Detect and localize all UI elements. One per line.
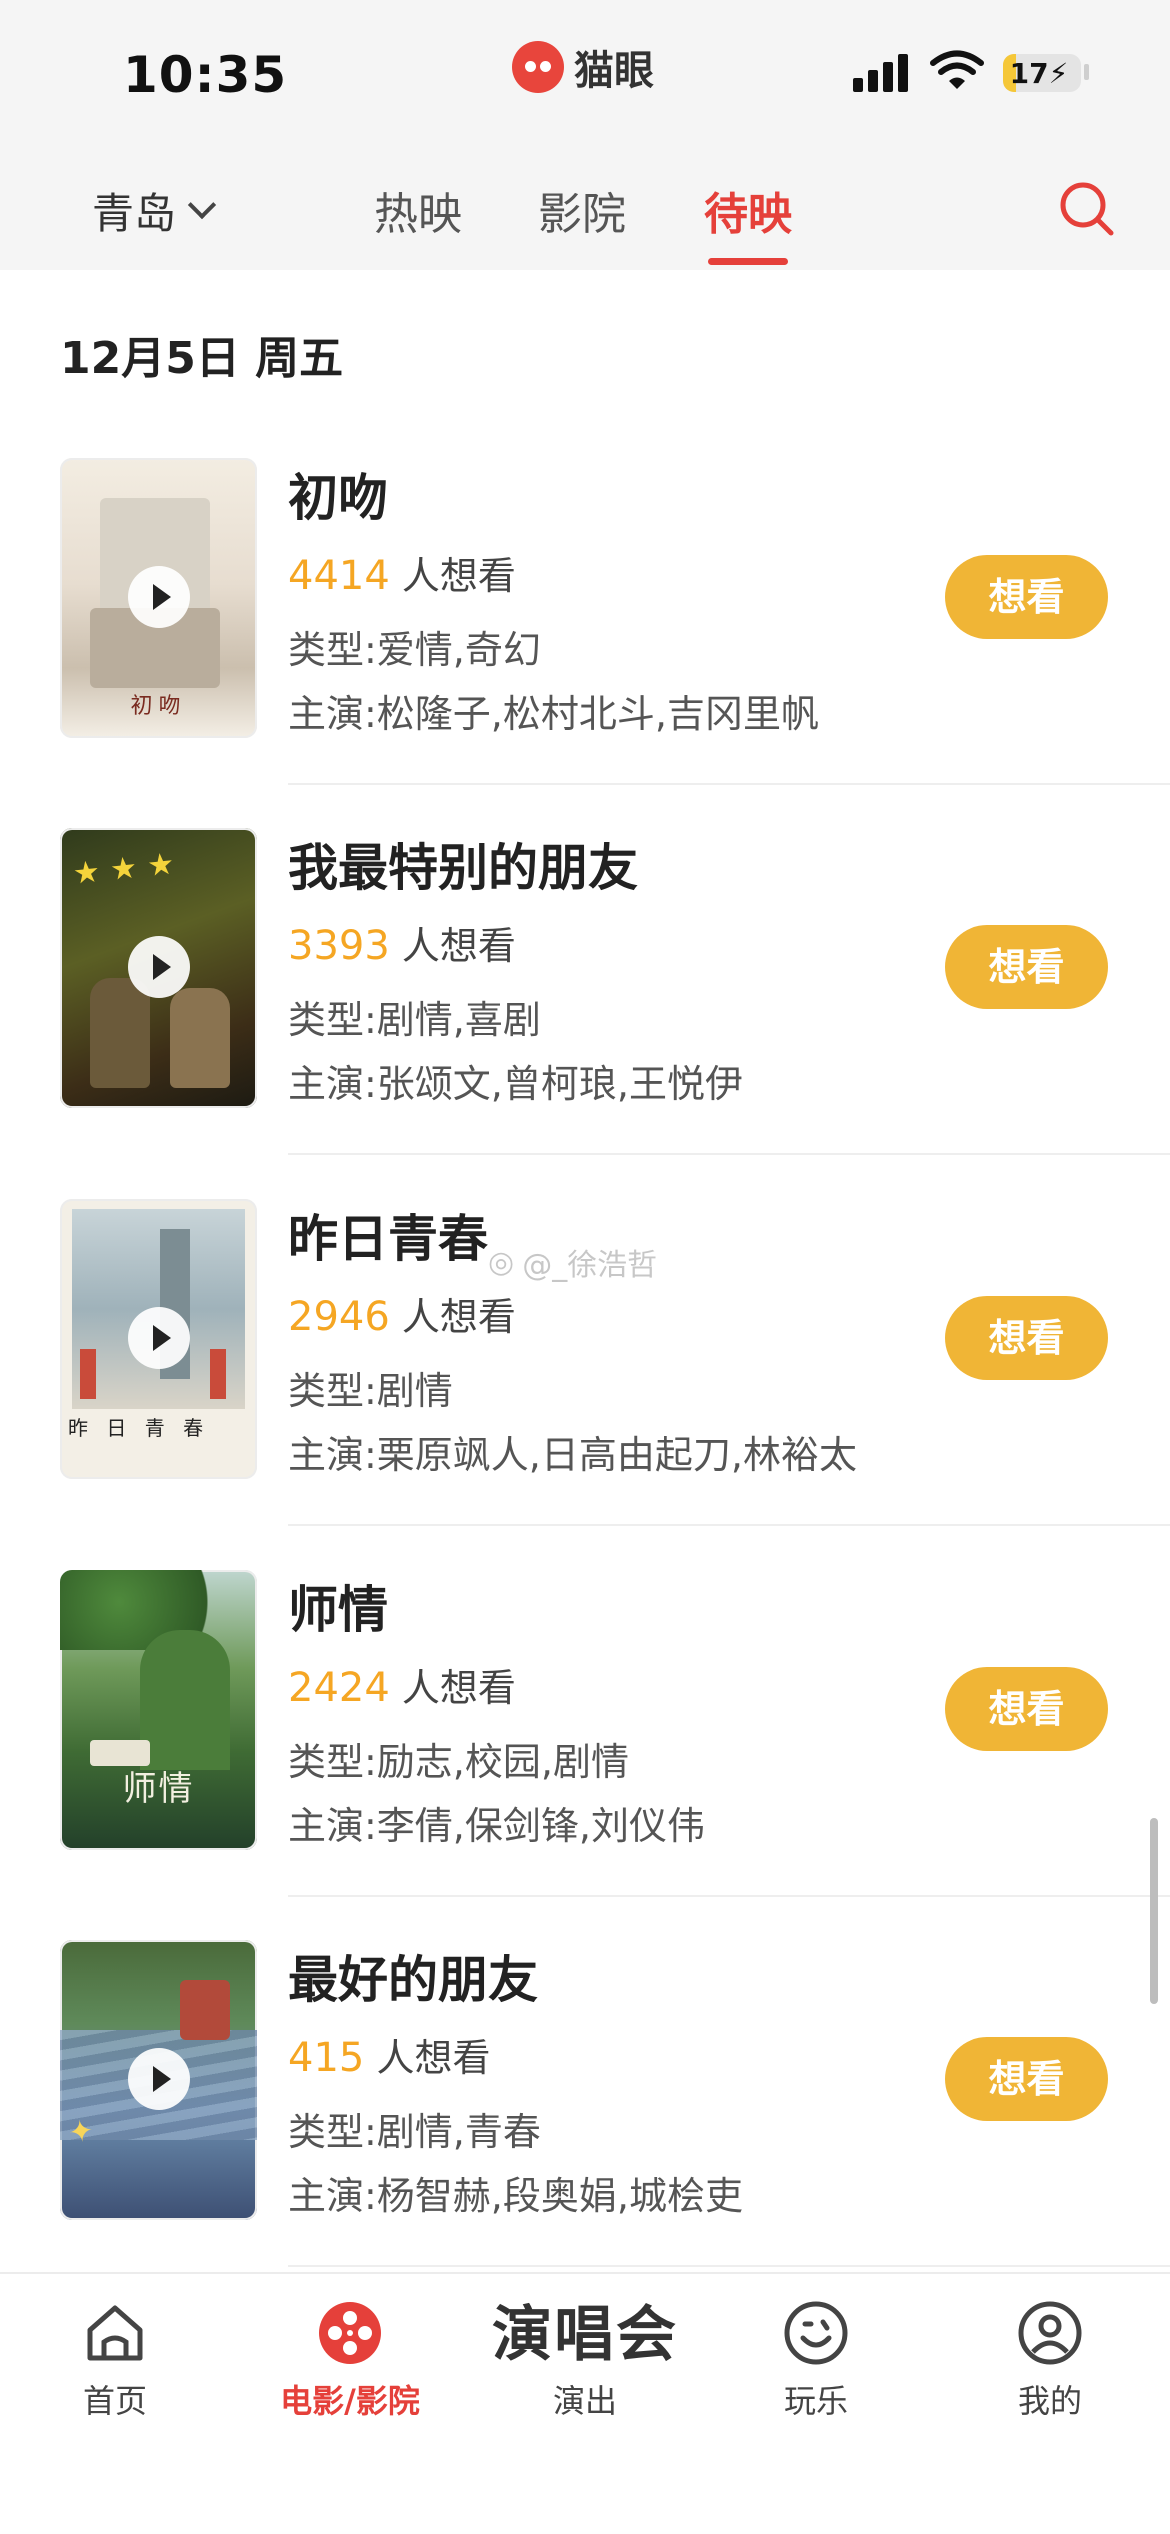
app-brand-name: 猫眼 <box>574 48 654 94</box>
concert-banner-text: 演唱会 <box>492 2300 678 2370</box>
play-icon[interactable] <box>128 2048 190 2110</box>
want-count: 2424 人想看 <box>288 1665 516 1711</box>
chevron-down-icon <box>187 190 217 219</box>
row-divider <box>288 1895 1170 1897</box>
movie-cast: 主演:栗原飒人,日高由起刀,林裕太 <box>288 1433 857 1477</box>
movie-cast: 主演:松隆子,松村北斗,吉冈里帆 <box>288 692 819 736</box>
poster-caption: 初吻 <box>130 694 187 719</box>
want-to-see-button[interactable]: 想看 <box>945 1296 1108 1380</box>
want-to-see-button[interactable]: 想看 <box>945 925 1108 1009</box>
nav-concerts[interactable]: 演唱会 演出 <box>485 2300 685 2422</box>
movie-poster[interactable]: 昨 日 青 春 <box>60 1199 257 1479</box>
play-icon[interactable] <box>128 566 190 628</box>
want-count: 4414 人想看 <box>288 553 516 599</box>
movie-title[interactable]: 我最特别的朋友 <box>288 828 638 900</box>
app-logo: 猫眼 <box>512 38 654 96</box>
want-count: 415 人想看 <box>288 2035 491 2081</box>
film-reel-icon <box>319 2302 381 2364</box>
tab-cinemas[interactable]: 影院 <box>538 178 626 242</box>
want-count: 3393 人想看 <box>288 923 516 969</box>
city-name: 青岛 <box>92 189 177 238</box>
cellular-signal-icon <box>853 52 908 92</box>
nav-home[interactable]: 首页 <box>15 2300 215 2422</box>
movie-title[interactable]: 最好的朋友 <box>288 1940 538 2012</box>
search-icon[interactable] <box>1058 180 1116 238</box>
active-tab-indicator <box>708 258 788 265</box>
wifi-icon <box>930 50 984 89</box>
play-icon[interactable] <box>128 1307 190 1369</box>
poster-caption: 师情 <box>122 1769 195 1809</box>
want-to-see-button[interactable]: 想看 <box>945 555 1108 639</box>
movie-genre: 类型:剧情,喜剧 <box>288 998 541 1042</box>
row-divider <box>288 1153 1170 1155</box>
movie-cast: 主演:张颂文,曾柯琅,王悦伊 <box>288 1062 743 1106</box>
movie-poster[interactable]: ✦ <box>60 1940 257 2220</box>
poster-caption: 昨 日 青 春 <box>68 1416 210 1440</box>
nav-movies[interactable]: 电影/影院 <box>250 2300 450 2422</box>
movie-genre: 类型:爱情,奇幻 <box>288 628 541 672</box>
movie-cast: 主演:杨智赫,段奥娟,城桧吏 <box>288 2174 743 2218</box>
want-to-see-button[interactable]: 想看 <box>945 2037 1108 2121</box>
movie-title[interactable]: 师情 <box>288 1570 388 1642</box>
battery-indicator: 17⚡ <box>1003 54 1081 92</box>
smiley-icon <box>784 2301 848 2365</box>
movie-item[interactable]: ★ ★ ★ 我最特别的朋友 3393 人想看 类型:剧情,喜剧 主演:张颂文,曾… <box>0 828 1170 1198</box>
nav-mine[interactable]: 我的 <box>950 2300 1150 2422</box>
movie-title[interactable]: 初吻 <box>288 458 388 530</box>
bottom-navigation: 首页 电影/影院 演唱会 演出 玩乐 我的 <box>0 2272 1170 2534</box>
city-selector[interactable]: 青岛 <box>92 180 217 241</box>
movie-poster[interactable]: 师情 <box>60 1570 257 1850</box>
movie-genre: 类型:剧情,青春 <box>288 2110 541 2154</box>
tab-coming-soon[interactable]: 待映 <box>704 178 792 242</box>
user-profile-icon <box>1018 2301 1082 2365</box>
weibo-icon: ◎ <box>488 1244 515 1280</box>
movie-title[interactable]: 昨日青春 <box>288 1199 488 1271</box>
top-bar: 10:35 猫眼 17⚡ 青岛 热映 影院 待映 <box>0 0 1170 270</box>
row-divider <box>288 783 1170 785</box>
maoyan-cat-icon <box>512 41 564 93</box>
movie-poster[interactable]: 初吻 <box>60 458 257 738</box>
movie-cast: 主演:李倩,保剑锋,刘仪伟 <box>288 1804 705 1848</box>
release-date-heading: 12月5日 周五 <box>60 333 344 384</box>
nav-fun[interactable]: 玩乐 <box>716 2300 916 2422</box>
movie-poster[interactable]: ★ ★ ★ <box>60 828 257 1108</box>
row-divider <box>288 1524 1170 1526</box>
movie-genre: 类型:励志,校园,剧情 <box>288 1740 629 1784</box>
battery-percent: 17⚡ <box>1009 57 1069 90</box>
want-to-see-button[interactable]: 想看 <box>945 1667 1108 1751</box>
movie-item[interactable]: 师情 师情 2424 人想看 类型:励志,校园,剧情 主演:李倩,保剑锋,刘仪伟… <box>0 1570 1170 1940</box>
watermark: ◎ @_徐浩哲 <box>488 1244 658 1284</box>
status-time: 10:35 <box>123 46 288 104</box>
movie-item[interactable]: 初吻 初吻 4414 人想看 类型:爱情,奇幻 主演:松隆子,松村北斗,吉冈里帆… <box>0 458 1170 828</box>
scrollbar[interactable] <box>1150 1818 1158 2004</box>
home-icon <box>87 2305 143 2361</box>
movie-item[interactable]: ✦ 最好的朋友 415 人想看 类型:剧情,青春 主演:杨智赫,段奥娟,城桧吏 … <box>0 1940 1170 2310</box>
want-count: 2946 人想看 <box>288 1294 516 1340</box>
battery-tip <box>1084 64 1089 80</box>
play-icon[interactable] <box>128 936 190 998</box>
movie-genre: 类型:剧情 <box>288 1369 453 1413</box>
tab-now-showing[interactable]: 热映 <box>374 178 462 242</box>
row-divider <box>288 2265 1170 2267</box>
